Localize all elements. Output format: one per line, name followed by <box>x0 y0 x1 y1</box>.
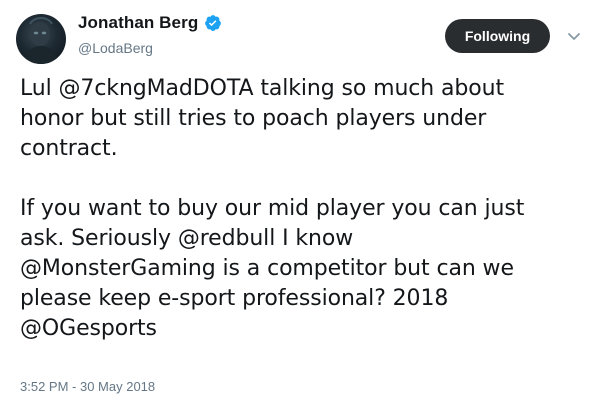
avatar-image <box>24 17 58 64</box>
verified-badge-icon <box>204 14 222 32</box>
tweet-paragraph: If you want to buy our mid player you ca… <box>20 196 525 341</box>
tweet-card: Jonathan Berg @LodaBerg Following Lul @7… <box>0 0 600 401</box>
author-handle[interactable]: @LodaBerg <box>78 40 153 56</box>
tweet-text: Lul @7ckngMadDOTA talking so much about … <box>20 74 585 344</box>
avatar[interactable] <box>16 14 66 64</box>
following-button[interactable]: Following <box>445 19 550 53</box>
tweet-paragraph: Lul @7ckngMadDOTA talking so much about … <box>20 76 504 161</box>
author-name-row: Jonathan Berg <box>78 13 222 33</box>
paragraph-spacer <box>20 164 585 194</box>
tweet-timestamp[interactable]: 3:52 PM - 30 May 2018 <box>20 379 155 394</box>
chevron-down-icon[interactable] <box>566 28 582 44</box>
author-display-name[interactable]: Jonathan Berg <box>78 13 198 33</box>
